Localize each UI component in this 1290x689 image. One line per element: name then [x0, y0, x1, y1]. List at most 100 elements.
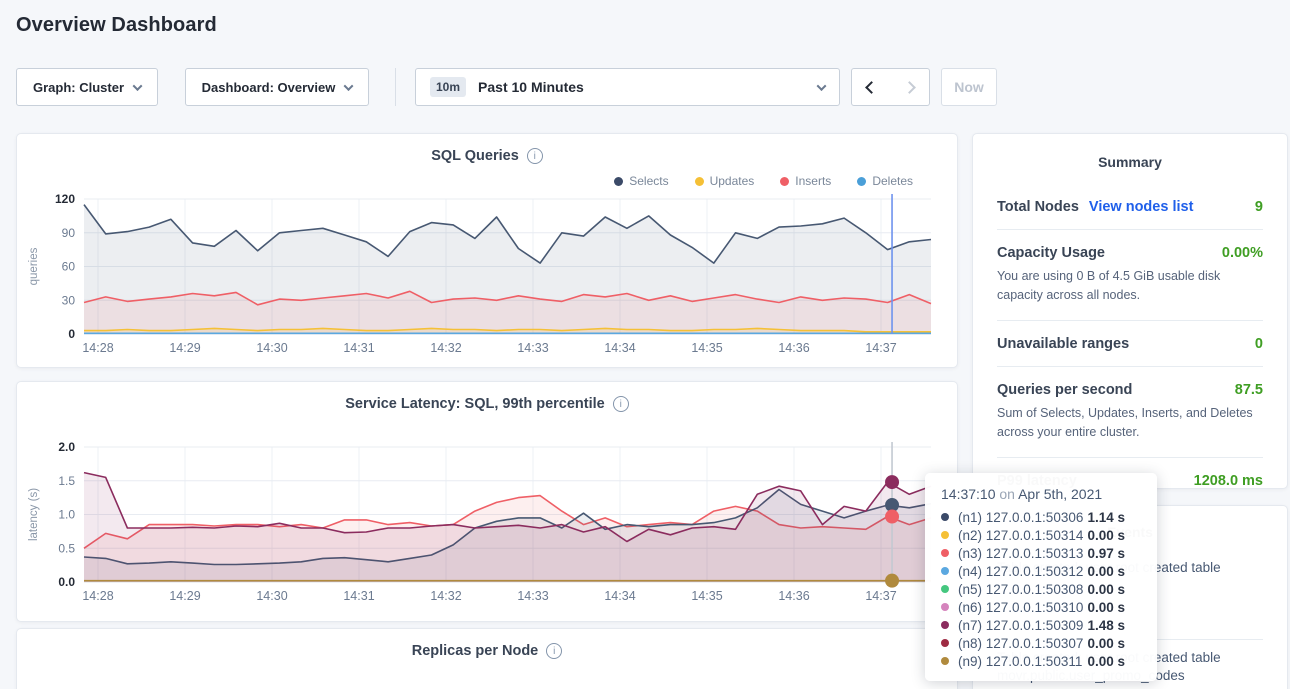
node-latency-value: 1.48 s: [1087, 618, 1141, 633]
time-range-badge: 10m: [430, 77, 466, 97]
chevron-down-icon: [344, 81, 354, 91]
legend-dot-icon: [857, 177, 866, 186]
node-address: (n1) 127.0.0.1:50306: [958, 510, 1083, 525]
node-color-dot-icon: [941, 657, 949, 665]
svg-text:14:32: 14:32: [430, 589, 461, 603]
tooltip-node-row: (n5) 127.0.0.1:503080.00 s: [941, 580, 1141, 598]
svg-text:14:37: 14:37: [865, 589, 896, 603]
service-latency-chart[interactable]: 14:2814:2914:3014:3114:3214:3314:3414:35…: [17, 439, 959, 609]
node-color-dot-icon: [941, 603, 949, 611]
summary-total-nodes: Total Nodes View nodes list 9: [997, 184, 1263, 230]
svg-text:30: 30: [62, 293, 76, 307]
chevron-left-icon: [865, 81, 878, 94]
node-address: (n9) 127.0.0.1:50311: [958, 654, 1082, 669]
svg-text:14:29: 14:29: [169, 341, 200, 355]
legend-item-updates: Updates: [695, 174, 755, 188]
svg-text:14:37: 14:37: [865, 341, 896, 355]
tooltip-node-row: (n8) 127.0.0.1:503070.00 s: [941, 634, 1141, 652]
sql-queries-title: SQL Queries i: [17, 148, 957, 164]
dashboard-label: Dashboard: Overview: [202, 80, 336, 95]
legend-dot-icon: [780, 177, 789, 186]
svg-text:60: 60: [62, 260, 76, 274]
chevron-right-icon: [903, 81, 916, 94]
svg-text:0: 0: [68, 327, 75, 341]
node-address: (n4) 127.0.0.1:50312: [958, 564, 1083, 579]
svg-text:14:32: 14:32: [430, 341, 461, 355]
svg-text:14:35: 14:35: [691, 589, 722, 603]
svg-text:14:31: 14:31: [343, 341, 374, 355]
node-color-dot-icon: [941, 567, 949, 575]
summary-title: Summary: [973, 134, 1287, 170]
svg-text:14:33: 14:33: [517, 589, 548, 603]
controls-divider: [395, 68, 396, 106]
svg-text:14:36: 14:36: [778, 589, 809, 603]
node-color-dot-icon: [941, 549, 949, 557]
tooltip-node-row: (n1) 127.0.0.1:50306 1.14 s: [941, 508, 1141, 526]
capacity-usage-label: Capacity Usage: [997, 245, 1105, 261]
summary-panel: Summary Total Nodes View nodes list 9 Ca…: [972, 133, 1288, 489]
info-icon[interactable]: i: [613, 396, 629, 412]
view-nodes-list-link[interactable]: View nodes list: [1089, 199, 1194, 215]
info-icon[interactable]: i: [546, 643, 562, 659]
svg-text:14:36: 14:36: [778, 341, 809, 355]
tooltip-timestamp: 14:37:10 on Apr 5th, 2021: [941, 486, 1141, 502]
tooltip-node-row: (n3) 127.0.0.1:503130.97 s: [941, 544, 1141, 562]
svg-text:2.0: 2.0: [58, 440, 75, 454]
graph-scope-label: Graph: Cluster: [33, 80, 124, 95]
node-color-dot-icon: [941, 621, 949, 629]
node-address: (n3) 127.0.0.1:50313: [958, 546, 1083, 561]
replicas-per-node-card: Replicas per Node i: [16, 628, 958, 689]
capacity-usage-description: You are using 0 B of 4.5 GiB usable disk…: [997, 267, 1263, 306]
time-prev-button[interactable]: [851, 68, 891, 106]
node-latency-value: 0.00 s: [1087, 600, 1141, 615]
unavailable-ranges-value: 0: [1255, 336, 1263, 352]
svg-text:14:30: 14:30: [256, 589, 287, 603]
info-icon[interactable]: i: [527, 148, 543, 164]
tooltip-node-row: (n4) 127.0.0.1:50312 0.00 s: [941, 562, 1141, 580]
node-address: (n6) 127.0.0.1:50310: [958, 600, 1083, 615]
capacity-usage-value: 0.00%: [1222, 245, 1263, 261]
node-color-dot-icon: [941, 513, 949, 521]
legend-dot-icon: [614, 177, 623, 186]
legend-item-selects: Selects: [614, 174, 668, 188]
page-title: Overview Dashboard: [16, 14, 217, 37]
svg-text:90: 90: [62, 226, 76, 240]
qps-value: 87.5: [1235, 382, 1263, 398]
sql-legend: SelectsUpdatesInsertsDeletes: [614, 174, 913, 188]
svg-text:0.5: 0.5: [58, 541, 75, 555]
svg-text:14:28: 14:28: [82, 589, 113, 603]
summary-capacity-usage: Capacity Usage 0.00% You are using 0 B o…: [997, 230, 1263, 321]
dashboard-dropdown[interactable]: Dashboard: Overview: [185, 68, 369, 106]
tooltip-node-row: (n6) 127.0.0.1:50310 0.00 s: [941, 598, 1141, 616]
sql-queries-chart[interactable]: 14:2814:2914:3014:3114:3214:3314:3414:35…: [17, 191, 959, 361]
svg-text:14:29: 14:29: [169, 589, 200, 603]
node-latency-value: 0.00 s: [1087, 564, 1141, 579]
svg-text:14:34: 14:34: [604, 589, 635, 603]
now-button[interactable]: Now: [941, 68, 997, 106]
node-latency-value: 1.14 s: [1087, 510, 1141, 525]
time-next-button[interactable]: [890, 68, 930, 106]
svg-text:latency (s): latency (s): [28, 488, 40, 541]
total-nodes-label: Total Nodes: [997, 199, 1079, 215]
tooltip-rows: (n1) 127.0.0.1:50306 1.14 s(n2) 127.0.0.1…: [941, 508, 1141, 670]
summary-queries-per-second: Queries per second 87.5 Sum of Selects, …: [997, 367, 1263, 458]
svg-text:1.5: 1.5: [58, 474, 75, 488]
replicas-title: Replicas per Node i: [17, 643, 957, 659]
p99-latency-value: 1208.0 ms: [1194, 473, 1263, 489]
svg-text:120: 120: [55, 192, 75, 206]
svg-text:14:28: 14:28: [82, 341, 113, 355]
node-address: (n8) 127.0.0.1:50307: [958, 636, 1083, 651]
chevron-down-icon: [817, 81, 827, 91]
tooltip-node-row: (n2) 127.0.0.1:503140.00 s: [941, 526, 1141, 544]
tooltip-node-row: (n9) 127.0.0.1:503110.00 s: [941, 652, 1141, 670]
time-range-label: Past 10 Minutes: [478, 79, 584, 95]
svg-text:14:30: 14:30: [256, 341, 287, 355]
svg-text:queries: queries: [28, 247, 40, 285]
time-range-picker[interactable]: 10m Past 10 Minutes: [415, 68, 840, 106]
node-address: (n7) 127.0.0.1:50309: [958, 618, 1083, 633]
chart-hover-tooltip: 14:37:10 on Apr 5th, 2021 (n1) 127.0.0.1…: [925, 473, 1157, 681]
service-latency-title: Service Latency: SQL, 99th percentile i: [17, 396, 957, 412]
node-latency-value: 0.00 s: [1087, 528, 1141, 543]
node-color-dot-icon: [941, 585, 949, 593]
graph-scope-dropdown[interactable]: Graph: Cluster: [16, 68, 158, 106]
